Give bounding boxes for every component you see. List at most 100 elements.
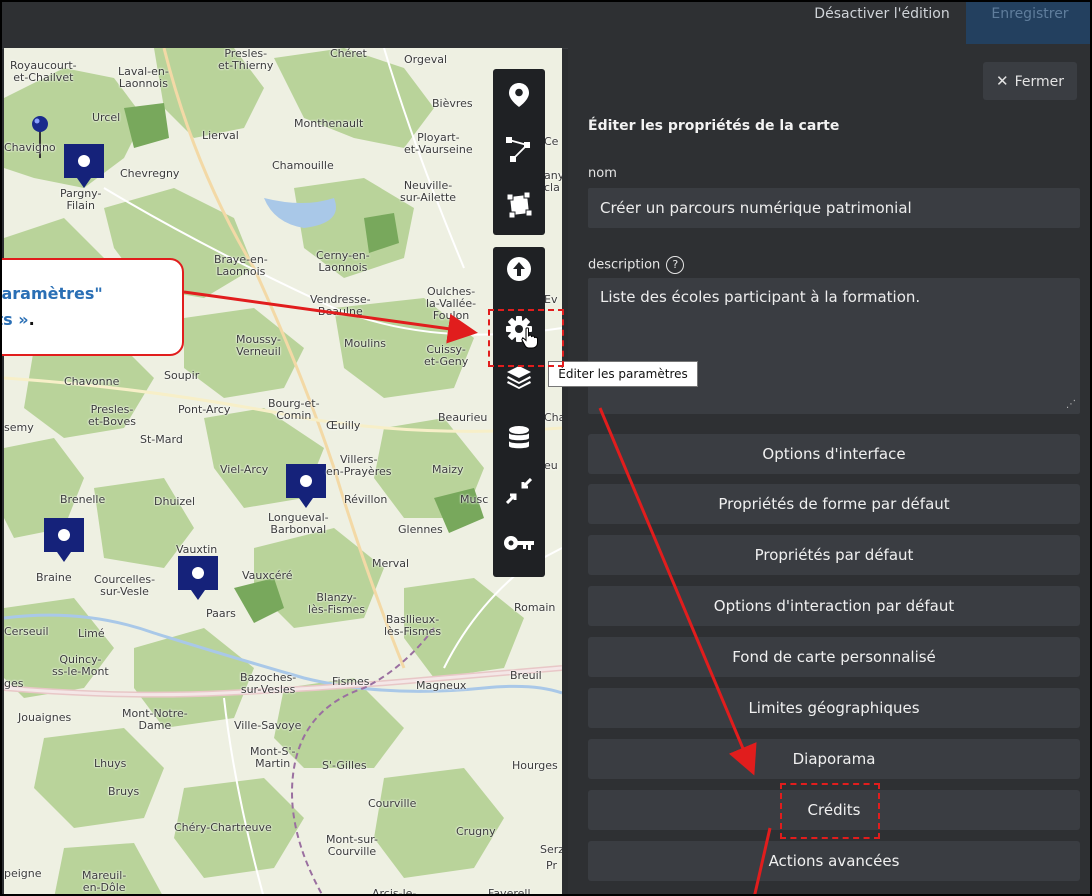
database-icon [509,426,529,449]
place-label: semy [4,421,34,434]
place-label: Lierval [202,129,239,142]
close-button[interactable]: ✕ Fermer [983,62,1077,100]
place-label: Cerseuil [4,625,49,638]
place-label: Monthenault [294,117,364,130]
description-textarea[interactable]: Liste des écoles participant à la format… [588,278,1080,414]
callout-period: . [28,310,35,329]
place-label: Braine [36,571,72,584]
place-label: Mont-Notre- Dame [122,707,188,732]
draw-polygon-button[interactable] [493,185,545,225]
draw-marker-button[interactable] [493,75,545,115]
place-label: Ployart- et-Vaurseine [404,131,473,156]
place-label: Viel-Arcy [220,463,269,476]
section-slideshow[interactable]: Diaporama [588,739,1080,779]
permissions-button[interactable] [493,523,545,563]
polyline-icon [506,137,530,162]
place-label: Cuissy- et-Geny [424,343,469,368]
section-advanced-actions[interactable]: Actions avancées [588,841,1080,881]
place-label: Quincy- ss-le-Mont [52,653,109,678]
place-label: Ce [544,135,559,148]
place-label: Jouaignes [18,711,72,724]
map-canvas[interactable]: Royaucourt- et-Chailvet Laval-en- Laonno… [4,48,562,896]
place-label: eu [544,459,558,472]
place-label: Mont-sur- Courville [326,833,378,858]
place-label: Romain [514,601,556,614]
callout-line-2-text: its » [2,310,29,329]
place-label: Blanzy- lès-Fismes [308,591,366,616]
place-label: Arcis-le- [372,887,417,896]
draw-polyline-button[interactable] [493,129,545,169]
description-label: description? [588,256,685,274]
place-label: Villers- en-Prayères [326,453,392,478]
close-label: Fermer [1014,74,1064,90]
place-label: Soupir [164,369,200,382]
place-label: Serz [540,843,562,856]
section-default-interaction-options[interactable]: Options d'interaction par défaut [588,586,1080,626]
section-geographic-limits[interactable]: Limites géographiques [588,688,1080,728]
place-label: Cha [544,411,562,424]
place-label: Musc [460,493,489,506]
place-label: ges [4,677,24,690]
place-label: cla [544,181,560,194]
place-label: Chéry-Chartreuve [174,821,272,834]
manage-datalayers-button[interactable] [493,419,545,459]
save-button[interactable]: Enregistrer [966,2,1090,44]
description-text: Liste des écoles participant à la format… [600,288,921,306]
place-label: Limé [78,627,105,640]
polygon-icon [506,191,533,219]
place-label: Royaucourt- et-Chailvet [10,59,77,84]
place-label: Beaurieu [438,411,488,424]
place-label: St-Mard [140,433,183,446]
draw-toolbar [493,69,545,235]
name-label: nom [588,166,617,181]
place-label: Basllieux- lès-Fismes [384,613,442,638]
section-interface-options[interactable]: Options d'interface [588,434,1080,474]
place-label: Presles- et-Thierny [218,48,274,72]
place-label: Urcel [92,111,121,124]
place-label: Dhuizel [154,495,196,508]
place-label: Paars [206,607,236,620]
section-default-properties[interactable]: Propriétés par défaut [588,535,1080,575]
place-label: Chéret [330,48,367,60]
callout-line-1: paramètres" [0,284,103,303]
place-label: Magneux [416,679,467,692]
callout-line-2: its ». [2,310,35,329]
place-label: Merval [372,557,410,570]
place-label: Bruys [108,785,140,798]
import-button[interactable] [493,249,545,289]
place-label: Bazoches- sur-Vesles [240,671,297,696]
shrink-arrows-icon [506,478,532,504]
place-label: Cerny-en- Laonnois [316,249,370,274]
upload-icon [507,257,531,281]
help-icon[interactable]: ? [666,256,685,274]
place-label: Brenelle [60,493,106,506]
resize-grip-icon[interactable]: ⋰ [1066,399,1076,410]
place-label: Vendresse- Beaulne [310,293,371,318]
place-label: Courcelles- sur-Vesle [94,573,156,598]
place-label: Bourg-et- Comin [268,397,320,422]
place-label: Maizy [432,463,464,476]
place-label: Orgeval [404,53,448,66]
place-label: Fismes [332,675,370,688]
place-label: Chavonne [64,375,120,388]
section-custom-background[interactable]: Fond de carte personnalisé [588,637,1080,677]
disable-editing-button[interactable]: Désactiver l'édition [802,2,962,32]
place-label: Mont-S'- Martin [250,745,296,770]
place-label: Laval-en- Laonnois [118,65,169,90]
place-label: Chevregny [120,167,180,180]
place-label: Pr [546,859,557,872]
highlight-credits-box [780,783,880,839]
map-properties-panel: ✕ Fermer Éditer les propriétés de la cart… [568,48,1090,894]
layers-icon [507,366,531,389]
screenshot-frame: Désactiver l'édition Enregistrer Royauco… [0,0,1092,896]
place-label: S'-Gilles [322,759,367,772]
place-label: Mareuil- en-Dôle [82,869,127,894]
place-label: peigne [4,867,42,880]
place-label: Glennes [398,523,443,536]
place-label: Breuil [510,669,542,682]
place-label: Braye-en- Laonnois [214,253,268,278]
center-zoom-button[interactable] [493,471,545,511]
place-label: Longueval- Barbonval [268,511,329,536]
section-default-shape-properties[interactable]: Propriétés de forme par défaut [588,484,1080,524]
name-input[interactable]: Créer un parcours numérique patrimonial [588,188,1080,228]
